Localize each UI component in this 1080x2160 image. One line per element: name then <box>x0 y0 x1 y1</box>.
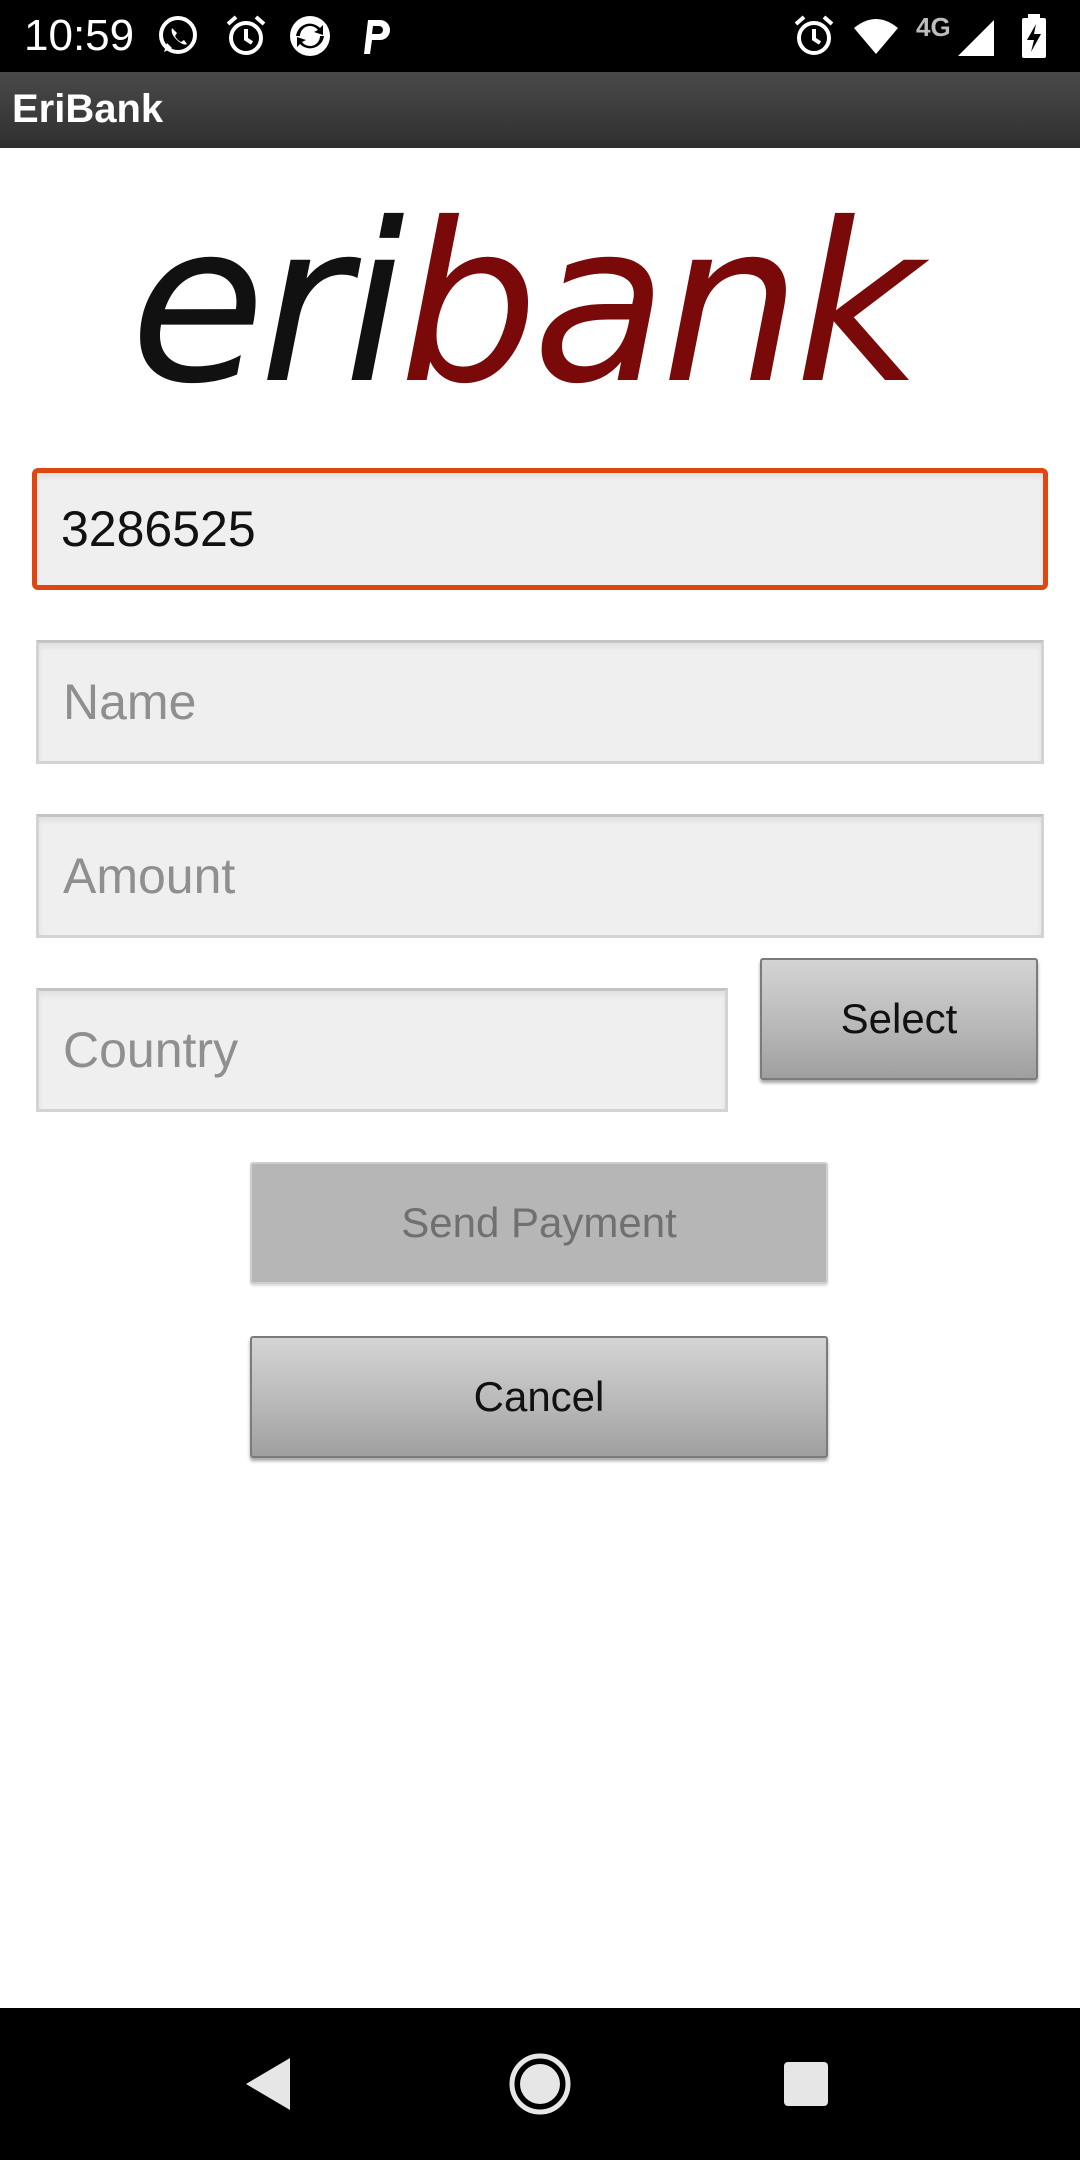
cancel-label: Cancel <box>473 1373 605 1420</box>
alarm-icon <box>222 12 270 60</box>
cancel-button[interactable]: Cancel <box>250 1336 828 1458</box>
logo-text-bank: bank <box>399 180 930 420</box>
system-nav-bar <box>0 2008 1080 2160</box>
cell-signal-icon <box>954 12 1002 60</box>
recents-icon[interactable] <box>766 2044 846 2124</box>
home-icon[interactable] <box>500 2044 580 2124</box>
amount-field[interactable] <box>36 814 1044 938</box>
send-payment-button[interactable]: Send Payment <box>250 1162 828 1284</box>
whatsapp-icon <box>154 12 202 60</box>
select-country-button[interactable]: Select <box>760 958 1038 1080</box>
eribank-logo: eribank <box>120 180 960 420</box>
logo-text-eri: eri <box>130 180 405 420</box>
send-payment-label: Send Payment <box>401 1199 677 1246</box>
parking-app-icon <box>352 12 400 60</box>
status-bar: 10:59 4G <box>0 0 1080 72</box>
country-input[interactable] <box>39 991 725 1109</box>
account-number-input[interactable] <box>37 473 1043 585</box>
select-button-label: Select <box>840 995 958 1042</box>
back-icon[interactable] <box>230 2044 310 2124</box>
account-number-field[interactable] <box>32 468 1048 590</box>
app-bar: EriBank <box>0 72 1080 148</box>
alarm-icon <box>790 12 838 60</box>
name-input[interactable] <box>39 643 1041 761</box>
amount-input[interactable] <box>39 817 1041 935</box>
svg-text:eribank: eribank <box>130 180 930 420</box>
status-time: 10:59 <box>24 11 135 60</box>
wifi-icon <box>852 12 900 60</box>
battery-charging-icon <box>1010 12 1058 60</box>
network-type-label: 4G <box>916 12 951 42</box>
sync-app-icon <box>286 12 334 60</box>
app-title: EriBank <box>12 87 164 131</box>
country-field[interactable] <box>36 988 728 1112</box>
name-field[interactable] <box>36 640 1044 764</box>
